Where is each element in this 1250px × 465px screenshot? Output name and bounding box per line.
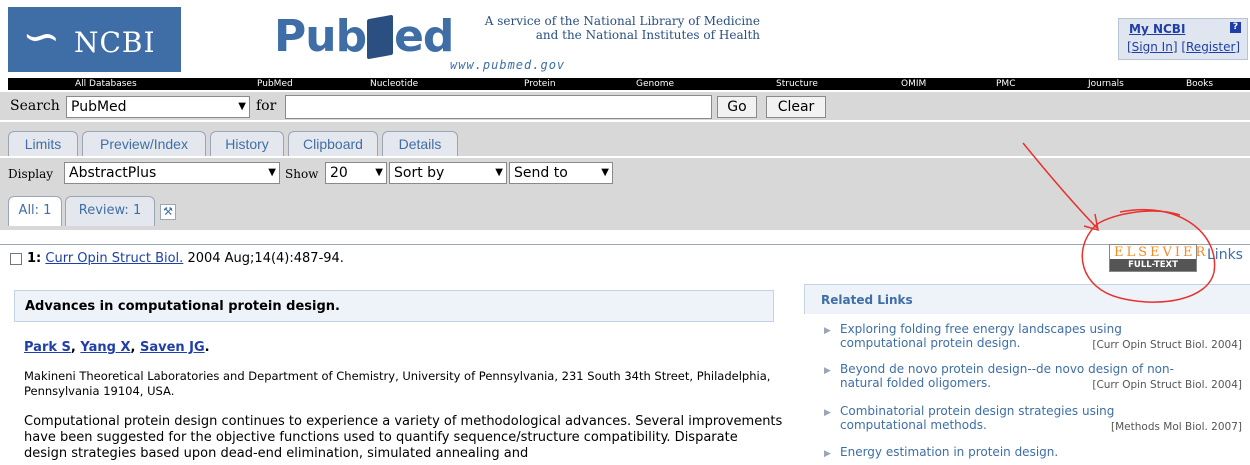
tab-preview-index[interactable]: Preview/Index [82,131,206,156]
send-to-select[interactable]: Send to ▼ [509,162,613,184]
pubmed-word-a: Pub [274,11,367,62]
article-title-box: Advances in computational protein design… [14,290,774,322]
ncbi-logo-text: NCBI [74,26,156,59]
pubmed-word-b: ed [394,11,454,62]
display-format-value: AbstractPlus [69,165,157,181]
triangle-right-icon: ▶ [824,408,831,418]
display-format-select[interactable]: AbstractPlus ▼ [64,162,280,184]
chevron-down-icon: ▼ [495,167,503,178]
display-label: Display [8,167,54,181]
register-link[interactable]: [Register] [1181,40,1240,54]
related-link-source: [Curr Opin Struct Biol. 2004] [1092,339,1242,351]
triangle-right-icon: ▶ [824,326,831,336]
service-line-2: and the National Institutes of Health [535,28,760,42]
sign-in-link[interactable]: [Sign In] [1127,40,1178,54]
nav-structure[interactable]: Structure [776,78,818,90]
chevron-down-icon: ▼ [238,101,246,112]
ncbi-s-glyph-icon: ∽ [22,9,61,63]
display-options-bar: Display AbstractPlus ▼ Show 20 ▼ Sort by… [0,158,1250,230]
author-link[interactable]: Park S [24,340,71,355]
tab-all-results[interactable]: All: 1 [8,196,62,226]
sort-by-value: Sort by [394,165,445,181]
tab-limits[interactable]: Limits [8,131,78,156]
pubmed-url: www.pubmed.gov [450,58,566,72]
author-link[interactable]: Saven JG [140,340,205,355]
clear-button[interactable]: Clear [766,96,826,118]
search-bar: Search PubMed ▼ for Go Clear [0,92,1250,120]
related-links-header: Related Links [804,284,1250,314]
search-label: Search [10,98,60,114]
result-checkbox[interactable] [10,253,22,265]
show-label: Show [285,167,319,181]
related-link-item[interactable]: ▶ Energy estimation in protein design. [824,445,1244,463]
citation: 1: Curr Opin Struct Biol. 2004 Aug;14(4)… [27,251,344,266]
send-to-value: Send to [514,165,568,181]
pubmed-wordmark: Pub ed [274,11,454,62]
tools-icon[interactable]: ⚒ [160,204,176,220]
journal-link[interactable]: Curr Opin Struct Biol. [45,251,183,266]
tab-details[interactable]: Details [382,131,458,156]
show-count-select[interactable]: 20 ▼ [325,162,387,184]
database-select-value: PubMed [71,99,127,115]
nav-books[interactable]: Books [1186,78,1213,90]
elsevier-logo-text: ELSEVIER [1114,245,1209,260]
book-m-icon [367,14,394,60]
my-ncbi-box: My NCBI ? [Sign In] [Register] [1118,18,1248,60]
tab-review-results[interactable]: Review: 1 [65,196,155,226]
nav-pubmed[interactable]: PubMed [257,78,293,90]
nav-pmc[interactable]: PMC [996,78,1015,90]
sort-by-select[interactable]: Sort by ▼ [389,162,507,184]
triangle-right-icon: ▶ [824,449,831,459]
links-link[interactable]: Links [1207,247,1243,263]
go-button[interactable]: Go [717,96,757,118]
related-link-item[interactable]: ▶ Beyond de novo protein design--de novo… [824,362,1244,394]
tab-clipboard[interactable]: Clipboard [288,131,378,156]
related-link-source: [Curr Opin Struct Biol. 2004] [1092,379,1242,391]
chevron-down-icon: ▼ [601,167,609,178]
related-links-heading: Related Links [821,293,913,307]
related-link-item[interactable]: ▶ Exploring folding free energy landscap… [824,322,1244,354]
account-links: [Sign In] [Register] [1127,40,1240,54]
help-icon[interactable]: ? [1230,22,1241,33]
my-ncbi-link[interactable]: My NCBI [1129,22,1185,36]
related-link-item[interactable]: ▶ Combinatorial protein design strategie… [824,404,1244,436]
triangle-right-icon: ▶ [824,366,831,376]
search-input[interactable] [285,95,712,119]
abstract-text: Computational protein design continues t… [24,414,783,461]
related-links-panel: Related Links ▶ Exploring folding free e… [804,284,1250,465]
service-note: A service of the National Library of Med… [470,14,760,42]
author-link[interactable]: Yang X [80,340,130,355]
for-label: for [256,98,277,114]
ncbi-logo[interactable]: ∽ NCBI [8,7,181,72]
full-text-article-label: FULL-TEXT ARTICLE [1110,259,1196,282]
chevron-down-icon: ▼ [375,167,383,178]
article-title: Advances in computational protein design… [25,299,340,314]
related-link-title[interactable]: Energy estimation in protein design. [840,445,1180,459]
nav-journals[interactable]: Journals [1088,78,1124,90]
related-link-source: [Methods Mol Biol. 2007] [1111,421,1242,433]
author-list: Park S, Yang X, Saven JG. [24,340,210,355]
result-row: 1: Curr Opin Struct Biol. 2004 Aug;14(4)… [0,244,1250,270]
citation-details: 2004 Aug;14(4):487-94. [183,251,344,266]
nav-protein[interactable]: Protein [524,78,556,90]
show-count-value: 20 [330,165,348,181]
chevron-down-icon: ▼ [268,167,276,178]
result-number: 1: [27,251,42,266]
site-header: ∽ NCBI Pub ed www.pubmed.gov A service of… [0,0,1250,78]
feature-tabs-bar: Limits Preview/Index History Clipboard D… [0,122,1250,156]
nav-nucleotide[interactable]: Nucleotide [370,78,418,90]
affiliation: Makineni Theoretical Laboratories and De… [24,369,771,398]
nav-genome[interactable]: Genome [636,78,674,90]
database-select[interactable]: PubMed ▼ [66,96,250,118]
nav-all-databases[interactable]: All Databases [75,78,137,90]
nav-omim[interactable]: OMIM [901,78,926,90]
elsevier-full-text-button[interactable]: ELSEVIER FULL-TEXT ARTICLE [1109,244,1205,282]
tab-history[interactable]: History [210,131,284,156]
service-line-1: A service of the National Library of Med… [484,14,760,28]
database-nav-bar: All Databases PubMed Nucleotide Protein … [8,78,1250,90]
